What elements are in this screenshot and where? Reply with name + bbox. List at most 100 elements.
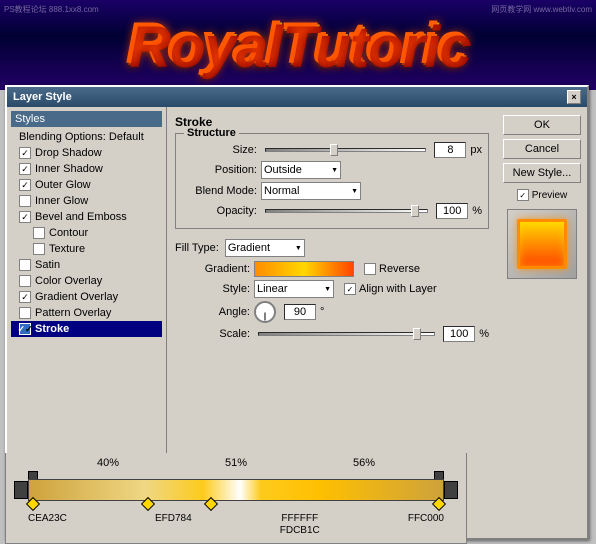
outer-glow-checkbox[interactable] [19,179,31,191]
gradient-overlay-checkbox[interactable] [19,291,31,303]
structure-group: Structure Size: px Position: Outside [175,133,489,229]
percent-label-1: 40% [97,457,119,469]
scale-input[interactable] [443,326,475,342]
sidebar-item-label: Satin [35,259,60,271]
stroke-checkbox[interactable]: ✓ [19,323,31,335]
gradient-end-right[interactable] [444,481,458,499]
preview-label-text: Preview [532,190,568,201]
sidebar-item-pattern-overlay[interactable]: Pattern Overlay [11,305,162,321]
dialog-close-button[interactable]: × [567,90,581,104]
gradient-bar-rect[interactable] [28,479,444,501]
align-layer-row: Align with Layer [344,283,437,295]
opacity-slider[interactable] [265,209,428,213]
blend-mode-label: Blend Mode: [182,185,257,197]
size-row: Size: px [182,142,482,158]
style-select[interactable]: Linear [254,280,334,298]
color-label-4: FFC000 [408,513,444,537]
sidebar-item-contour[interactable]: Contour [11,225,162,241]
scale-unit: % [479,328,489,340]
sidebar-item-color-overlay[interactable]: Color Overlay [11,273,162,289]
sidebar-item-label: Contour [49,227,88,239]
reverse-checkbox-row: Reverse [364,263,420,275]
preview-checkbox[interactable] [517,189,529,201]
watermark-right: 网页教学网 www.webtiv.com [491,4,592,15]
sidebar-item-inner-glow[interactable]: Inner Glow [11,193,162,209]
sidebar-item-inner-shadow[interactable]: Inner Shadow [11,161,162,177]
gradient-row: Gradient: Reverse [175,261,489,277]
style-row: Style: Linear Align with Layer [175,280,489,298]
watermark-left: PS教程论坛 888.1xx8.com [4,4,99,15]
position-row: Position: Outside [182,161,482,179]
size-input[interactable] [434,142,466,158]
texture-checkbox[interactable] [33,243,45,255]
style-label: Style: [175,283,250,295]
contour-checkbox[interactable] [33,227,45,239]
dialog-title: Layer Style [13,91,72,103]
sidebar-item-gradient-overlay[interactable]: Gradient Overlay [11,289,162,305]
percent-label-3: 56% [353,457,375,469]
angle-input[interactable] [284,304,316,320]
sidebar-item-outer-glow[interactable]: Outer Glow [11,177,162,193]
sidebar-item-label: Inner Glow [35,195,88,207]
inner-glow-checkbox[interactable] [19,195,31,207]
sidebar-item-label: Inner Shadow [35,163,103,175]
sidebar-item-drop-shadow[interactable]: Drop Shadow [11,145,162,161]
position-label: Position: [182,164,257,176]
new-style-button[interactable]: New Style... [503,163,581,183]
sidebar-item-texture[interactable]: Texture [11,241,162,257]
size-label: Size: [182,144,257,156]
blend-mode-row: Blend Mode: Normal [182,182,482,200]
sidebar-item-label: Gradient Overlay [35,291,118,303]
banner-title: RoyalTutoric [127,12,468,79]
gradient-label: Gradient: [175,263,250,275]
sidebar-item-label: Drop Shadow [35,147,102,159]
size-unit: px [470,144,482,156]
scale-label: Scale: [175,328,250,340]
size-slider[interactable] [265,148,426,152]
sidebar-item-label: Stroke [35,323,69,335]
gradient-swatch[interactable] [254,261,354,277]
pattern-overlay-checkbox[interactable] [19,307,31,319]
percent-labels-row: 40% 51% 56% [14,457,458,469]
inner-shadow-checkbox[interactable] [19,163,31,175]
sidebar-item-blending-options[interactable]: Blending Options: Default [11,129,162,145]
reverse-checkbox[interactable] [364,263,376,275]
gradient-end-left[interactable] [14,481,28,499]
sidebar-header: Styles [11,111,162,127]
percent-label-2: 51% [225,457,247,469]
sidebar-item-label: Blending Options: Default [19,131,144,143]
angle-unit: ° [320,306,324,318]
opacity-label: Opacity: [182,205,257,217]
banner: PS教程论坛 888.1xx8.com RoyalTutoric 网页教学网 w… [0,0,596,90]
align-layer-checkbox[interactable] [344,283,356,295]
bevel-emboss-checkbox[interactable] [19,211,31,223]
align-layer-label: Align with Layer [359,283,437,295]
sidebar-item-satin[interactable]: Satin [11,257,162,273]
angle-hand [265,312,266,320]
angle-dial[interactable] [254,301,276,323]
sidebar-item-label: Bevel and Emboss [35,211,127,223]
scale-row: Scale: % [175,326,489,342]
blend-mode-select[interactable]: Normal [261,182,361,200]
angle-label: Angle: [175,306,250,318]
opacity-input[interactable] [436,203,468,219]
cancel-button[interactable]: Cancel [503,139,581,159]
drop-shadow-checkbox[interactable] [19,147,31,159]
sidebar-item-bevel-emboss[interactable]: Bevel and Emboss [11,209,162,225]
sidebar-item-label: Texture [49,243,85,255]
opacity-unit: % [472,205,482,217]
angle-row: Angle: ° [175,301,489,323]
fill-type-label: Fill Type: [175,242,219,254]
satin-checkbox[interactable] [19,259,31,271]
opacity-row: Opacity: % [182,203,482,219]
color-overlay-checkbox[interactable] [19,275,31,287]
color-label-1: CEA23C [28,513,67,537]
sidebar-item-stroke[interactable]: ✓ Stroke [11,321,162,337]
position-select[interactable]: Outside [261,161,341,179]
scale-slider[interactable] [258,332,435,336]
sidebar-item-label: Outer Glow [35,179,91,191]
ok-button[interactable]: OK [503,115,581,135]
fill-type-select[interactable]: Gradient [225,239,305,257]
sidebar-item-label: Color Overlay [35,275,102,287]
right-buttons-panel: OK Cancel New Style... Preview [497,107,587,538]
